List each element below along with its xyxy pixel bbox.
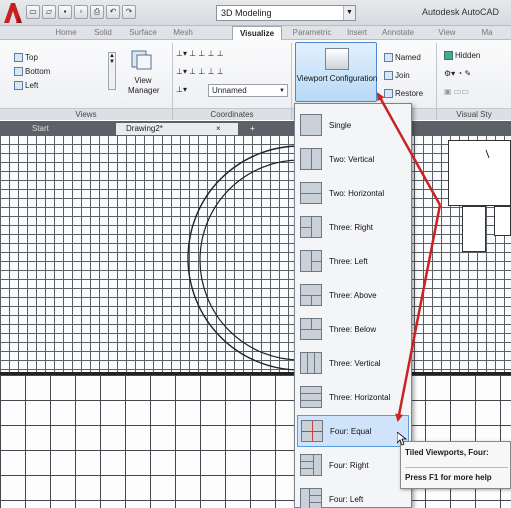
tab-start[interactable]: Start [22,123,112,135]
save-as-icon[interactable]: ▫ [74,5,88,19]
three-vertical-icon [300,352,322,374]
model-object [462,206,486,252]
redo-icon[interactable]: ↷ [122,5,136,19]
view-cube-icon [14,81,23,91]
view-manager-button[interactable]: View Manager [128,76,160,96]
restore-viewports-button[interactable]: Restore [384,88,423,100]
menu-item-two-vertical[interactable]: Two: Vertical [297,143,409,175]
title-bar: ▭ ▱ ▪ ▫ ⎙ ↶ ↷ 3D Modeling ▼ Autodesk Aut… [0,0,511,26]
tab-drawing[interactable]: Drawing2* × [116,123,238,135]
tab-visualize[interactable]: Visualize [232,26,282,40]
chevron-down-icon[interactable]: ▼ [343,6,355,20]
menu-item-two-horizontal[interactable]: Two: Horizontal [297,177,409,209]
single-viewport-icon [300,114,322,136]
restore-icon [384,89,393,99]
view-cube-icon [14,67,23,77]
tooltip-divider [405,467,508,468]
viewport-configuration-menu: Single Two: Vertical Two: Horizontal Thr… [294,103,412,508]
menu-item-three-horizontal[interactable]: Three: Horizontal [297,381,409,413]
workspace-label: 3D Modeling [221,8,272,18]
menu-item-four-left[interactable]: Four: Left [297,483,409,508]
close-icon[interactable]: × [216,123,221,135]
ribbon-tabs: Home Solid Surface Mesh Visualize Parame… [0,26,511,40]
three-left-icon [300,250,322,272]
menu-item-three-right[interactable]: Three: Right [297,211,409,243]
menu-item-four-right[interactable]: Four: Right [297,449,409,481]
quick-access-toolbar: ▭ ▱ ▪ ▫ ⎙ ↶ ↷ [26,5,136,19]
model-object [494,206,511,236]
new-icon[interactable]: ▭ [26,5,40,19]
menu-item-three-left[interactable]: Three: Left [297,245,409,277]
visual-style-tools[interactable]: ⚙▾ ◔ ✎ [444,68,471,80]
menu-item-three-below[interactable]: Three: Below [297,313,409,345]
visual-style-hidden[interactable]: Hidden [444,50,480,62]
three-above-icon [300,284,322,306]
join-icon [384,71,393,81]
tooltip: Tiled Viewports, Four: Press F1 for more… [400,441,511,489]
ucs-tools-row-2[interactable]: ⊥▾ ⊥ ⊥ ⊥ ⊥ [176,66,224,78]
tab-mesh[interactable]: Mesh [168,26,198,40]
ucs-row-3[interactable]: ⊥▾ [176,84,187,96]
named-viewports-button[interactable]: Named [384,52,421,64]
tooltip-title: Tiled Viewports, Four: [405,448,489,457]
four-equal-icon [301,420,323,442]
tab-solid[interactable]: Solid [88,26,118,40]
viewport-configuration-icon [325,48,349,70]
view-top[interactable]: Top [14,52,38,64]
tab-parametric[interactable]: Parametric [286,26,338,40]
tab-view[interactable]: View [432,26,462,40]
coordinates-panel-title: Coordinates [173,108,291,120]
ribbon-panel: Top Bottom Left ▲ ▼ View Manager Views ⊥▾… [0,40,511,120]
menu-item-three-above[interactable]: Three: Above [297,279,409,311]
autocad-logo[interactable] [2,1,24,25]
three-below-icon [300,318,322,340]
view-cube-icon [14,53,23,63]
three-horizontal-icon [300,386,322,408]
four-left-icon [300,488,322,508]
join-viewports-button[interactable]: Join [384,70,410,82]
viewport-configuration-label: Viewport Configuration [296,74,378,83]
add-tab-button[interactable]: + [244,123,264,135]
tab-surface[interactable]: Surface [122,26,164,40]
view-left[interactable]: Left [14,80,38,92]
visual-styles-panel-title: Visual Sty [437,108,511,120]
save-icon[interactable]: ▪ [58,5,72,19]
mouse-cursor-icon [397,432,407,446]
tooltip-help: Press F1 for more help [405,473,492,482]
four-right-icon [300,454,322,476]
ucs-combo[interactable]: Unnamed ▼ [208,84,288,97]
view-manager-icon [131,50,152,70]
three-right-icon [300,216,322,238]
tab-manage[interactable]: Ma [472,26,502,40]
two-vertical-icon [300,148,322,170]
viewport-configuration-button[interactable]: Viewport Configuration [295,42,377,102]
views-panel-title: Views [0,108,172,120]
model-object [448,140,511,206]
hidden-style-icon [444,51,453,61]
named-viewports-icon [384,53,393,63]
ucs-tools-row-1[interactable]: ⊥▾ ⊥ ⊥ ⊥ ⊥ [176,48,224,60]
workspace-combo[interactable]: 3D Modeling ▼ [216,5,356,21]
tab-insert[interactable]: Insert [340,26,374,40]
app-title: Autodesk AutoCAD [422,7,500,17]
open-icon[interactable]: ▱ [42,5,56,19]
menu-item-three-vertical[interactable]: Three: Vertical [297,347,409,379]
undo-icon[interactable]: ↶ [106,5,120,19]
menu-item-four-equal[interactable]: Four: Equal [297,415,409,447]
tab-annotate[interactable]: Annotate [376,26,420,40]
tab-home[interactable]: Home [48,26,84,40]
chevron-down-icon[interactable]: ▼ [279,85,285,97]
two-horizontal-icon [300,182,322,204]
menu-item-single[interactable]: Single [297,109,409,141]
plot-icon[interactable]: ⎙ [90,5,104,19]
views-scroll[interactable]: ▲ ▼ [108,52,116,90]
visual-style-tools-2[interactable]: ▣ ▭▭ [444,86,469,98]
view-bottom[interactable]: Bottom [14,66,50,78]
document-tabs: Start Drawing2* × + [0,121,511,135]
